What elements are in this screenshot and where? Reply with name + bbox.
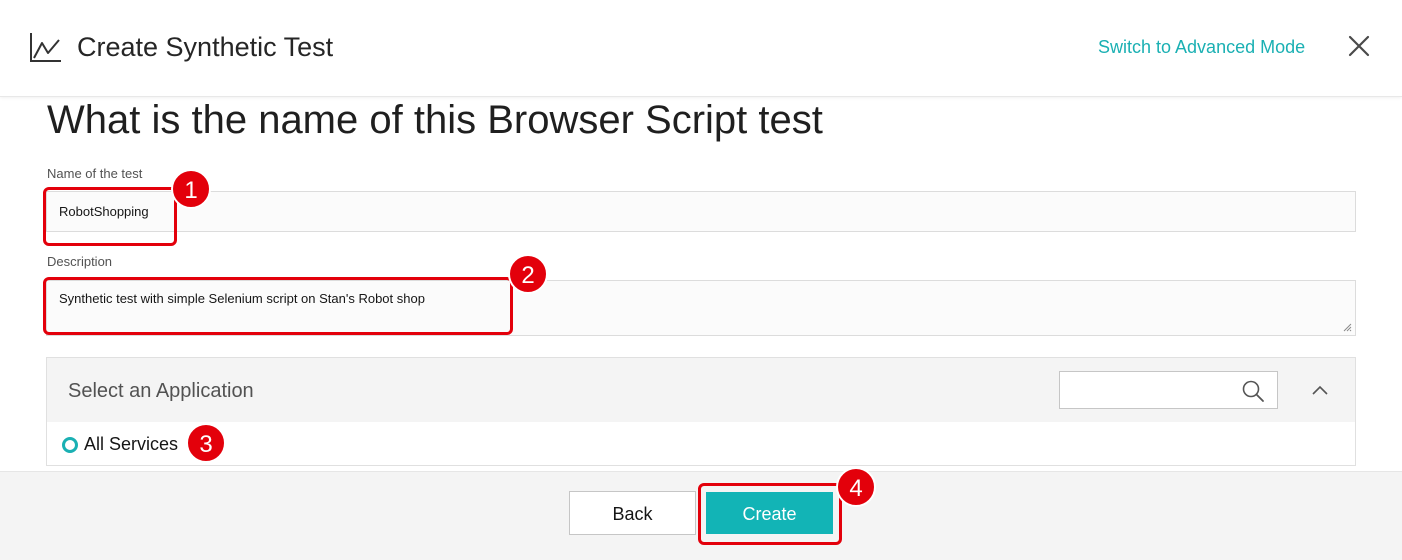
radio-option-label: All Services	[84, 434, 179, 454]
description-field-label: Description	[47, 254, 113, 269]
annotation-box-description	[43, 277, 513, 335]
back-button[interactable]: Back	[569, 491, 696, 535]
application-selector-title: Select an Application	[68, 380, 254, 402]
annotation-number-2: 2	[508, 254, 548, 294]
dialog-header: Create Synthetic Test Switch to Advanced…	[0, 0, 1402, 97]
annotation-number-3: 3	[186, 423, 226, 463]
resize-grip-icon[interactable]	[1342, 322, 1352, 332]
page-title: What is the name of this Browser Script …	[47, 98, 823, 142]
annotation-box-create	[698, 483, 842, 545]
application-selector: Select an Application All Services	[46, 357, 1356, 466]
chevron-up-icon[interactable]	[1309, 382, 1331, 398]
application-selector-header: Select an Application	[47, 358, 1355, 422]
application-search-input[interactable]	[1059, 371, 1278, 409]
annotation-box-name	[43, 187, 177, 246]
name-field-label: Name of the test	[47, 166, 143, 181]
line-chart-icon	[30, 33, 61, 62]
test-name-input[interactable]: RobotShopping	[46, 191, 1356, 232]
annotation-number-4: 4	[836, 467, 876, 507]
radio-selected-icon[interactable]	[62, 437, 78, 453]
annotation-number-1: 1	[171, 169, 211, 209]
search-icon[interactable]	[1241, 379, 1265, 403]
dialog-title: Create Synthetic Test	[77, 32, 334, 62]
close-icon[interactable]	[1346, 33, 1372, 59]
switch-advanced-mode-link[interactable]: Switch to Advanced Mode	[1098, 36, 1305, 58]
